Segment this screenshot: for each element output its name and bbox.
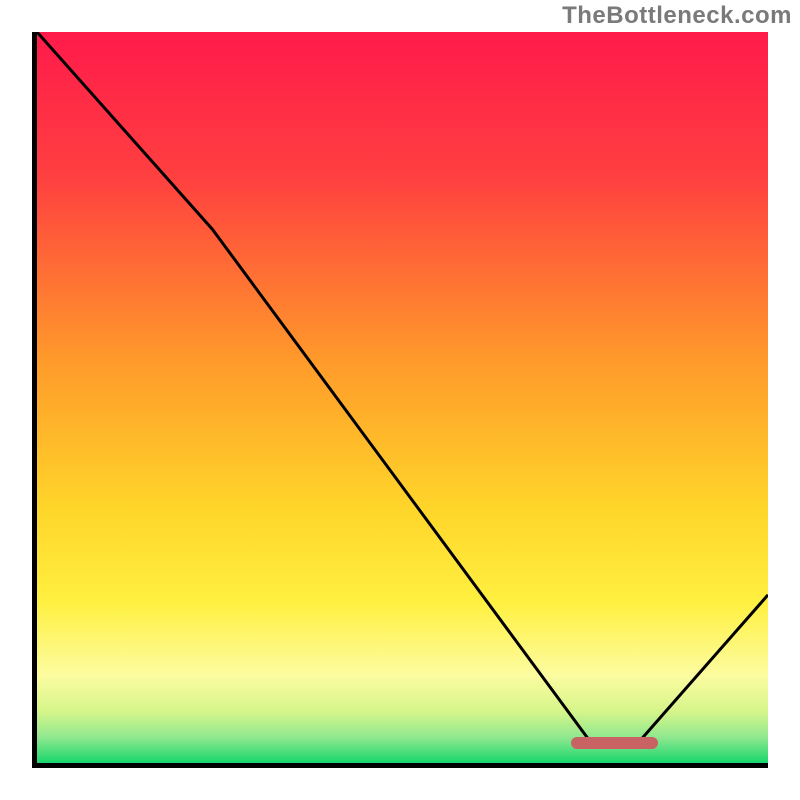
gradient-background: [37, 32, 768, 763]
chart-area: [32, 32, 768, 768]
watermark-text: TheBottleneck.com: [562, 2, 792, 30]
chart-svg: [37, 32, 768, 763]
optimal-range-marker: [571, 737, 659, 749]
